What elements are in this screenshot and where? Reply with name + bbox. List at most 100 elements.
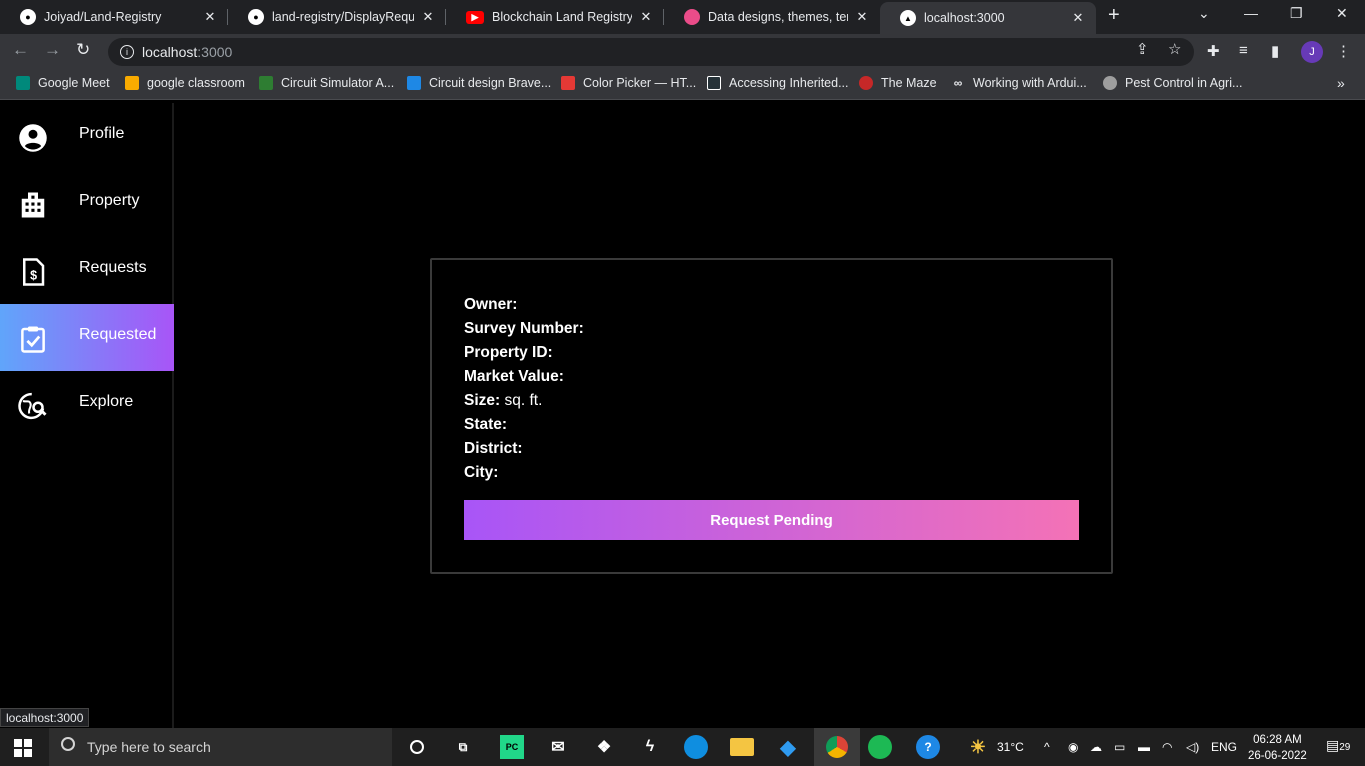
menu-icon[interactable]: ⋮ <box>1336 42 1351 60</box>
github-icon: ● <box>20 9 36 25</box>
circuit-design-icon <box>407 76 421 90</box>
bookmark-accessing-inherited[interactable]: Accessing Inherited... <box>707 76 849 90</box>
survey-number-field: Survey Number: <box>464 320 584 338</box>
clock[interactable]: 06:28 AM 26-06-2022 <box>1248 732 1307 764</box>
clock-time: 06:28 AM <box>1253 734 1302 746</box>
tab-title: Joiyad/Land-Registry <box>44 10 162 24</box>
meet-now-icon[interactable]: ◉ <box>1068 740 1078 754</box>
bookmark-circuit-simulator[interactable]: Circuit Simulator A... <box>259 76 394 90</box>
bookmark-google-classroom[interactable]: google classroom <box>125 76 245 90</box>
close-window-icon[interactable]: ✕ <box>1336 5 1348 22</box>
battery-icon[interactable]: ▬ <box>1138 740 1150 754</box>
address-bar[interactable]: i localhost:3000 <box>108 38 1194 66</box>
more-bookmarks-icon[interactable]: » <box>1337 75 1345 91</box>
bookmark-label: google classroom <box>147 76 245 90</box>
cortana-icon[interactable] <box>405 735 429 759</box>
volume-icon[interactable]: ◁) <box>1186 740 1199 754</box>
close-icon[interactable]: ✕ <box>638 9 654 25</box>
sidebar-item-label: Requested <box>79 326 157 343</box>
tab-search-icon[interactable]: ⌄ <box>1198 5 1210 22</box>
share-icon[interactable]: ⇪ <box>1136 40 1149 58</box>
bookmark-color-picker[interactable]: Color Picker — HT... <box>561 76 696 90</box>
bookmark-star-icon[interactable]: ☆ <box>1168 40 1181 58</box>
bookmark-google-meet[interactable]: Google Meet <box>16 76 110 90</box>
bookmark-pest-control[interactable]: Pest Control in Agri... <box>1103 76 1242 90</box>
globe-icon <box>1103 76 1117 90</box>
notification-count: 29 <box>1339 742 1351 753</box>
city-field: City: <box>464 464 498 482</box>
close-icon[interactable]: ✕ <box>1070 10 1086 26</box>
chrome-icon <box>826 736 848 758</box>
app-s-icon[interactable]: ϟ <box>638 735 662 759</box>
district-label: District: <box>464 440 523 457</box>
close-icon[interactable]: ✕ <box>854 9 870 25</box>
taskbar-search[interactable]: Type here to search <box>49 728 392 766</box>
restore-icon[interactable]: ❐ <box>1290 5 1303 22</box>
property-id-label: Property ID: <box>464 344 553 361</box>
tab-land-registry-repo[interactable]: ● Joiyad/Land-Registry ✕ <box>0 0 228 34</box>
state-label: State: <box>464 416 508 433</box>
invoice-dollar-icon: $ <box>23 258 45 286</box>
windows-start-icon[interactable] <box>14 739 32 757</box>
market-value-field: Market Value: <box>464 368 564 386</box>
new-tab-icon[interactable]: + <box>1108 4 1120 27</box>
back-icon[interactable]: ← <box>12 40 29 60</box>
market-value-label: Market Value: <box>464 368 564 385</box>
search-icon <box>61 737 75 751</box>
language-indicator[interactable]: ENG <box>1211 740 1237 754</box>
side-panel-icon[interactable]: ▮ <box>1271 42 1279 60</box>
sidebar-item-profile[interactable]: Profile <box>0 103 174 170</box>
youtube-icon: ▶ <box>466 10 484 24</box>
tab-display-request[interactable]: ● land-registry/DisplayRequest ✕ <box>228 0 446 34</box>
notification-icon[interactable]: ▤29 <box>1326 737 1350 754</box>
minimize-icon[interactable]: — <box>1244 5 1258 21</box>
weather-temp: 31°C <box>997 740 1024 754</box>
sidebar-item-explore[interactable]: Explore <box>0 371 174 438</box>
help-icon[interactable]: ? <box>916 735 940 759</box>
bookmark-arduino[interactable]: ∞ Working with Ardui... <box>951 76 1087 90</box>
display-icon[interactable]: ▭ <box>1114 740 1125 754</box>
reload-icon[interactable]: ↻ <box>76 40 90 60</box>
edge-icon[interactable] <box>684 735 708 759</box>
owner-label: Owner: <box>464 296 518 313</box>
spotify-icon[interactable] <box>868 735 892 759</box>
arduino-icon: ∞ <box>953 76 963 90</box>
request-pending-button[interactable]: Request Pending <box>464 500 1079 540</box>
sidebar-item-requests[interactable]: $ Requests <box>0 237 174 304</box>
owner-field: Owner: <box>464 296 517 314</box>
close-icon[interactable]: ✕ <box>420 9 436 25</box>
classroom-icon <box>125 76 139 90</box>
forward-icon[interactable]: → <box>44 40 61 60</box>
wifi-icon[interactable]: ◠ <box>1162 740 1172 754</box>
bookmarks-bar: Google Meet google classroom Circuit Sim… <box>0 70 1365 100</box>
pycharm-icon[interactable]: PC <box>500 735 524 759</box>
mail-icon[interactable]: ✉ <box>546 735 570 759</box>
onedrive-icon[interactable]: ☁ <box>1090 740 1102 754</box>
tab-title: Blockchain Land Registry Proj <box>492 10 632 24</box>
task-view-icon[interactable]: ⧉ <box>451 735 475 759</box>
chevron-up-icon[interactable]: ^ <box>1044 740 1050 754</box>
sidebar-item-label: Property <box>79 192 140 209</box>
dropbox-icon[interactable]: ❖ <box>592 735 616 759</box>
tab-strip: ● Joiyad/Land-Registry ✕ ● land-registry… <box>0 0 1365 34</box>
site-info-icon[interactable]: i <box>120 45 134 59</box>
file-explorer-icon[interactable] <box>730 738 754 756</box>
profile-avatar[interactable]: J <box>1301 41 1323 63</box>
bookmark-label: Circuit design Brave... <box>429 76 552 90</box>
tab-dribbble[interactable]: Data designs, themes, templ ✕ <box>664 0 880 34</box>
clipboard-check-icon <box>21 326 45 353</box>
vscode-icon[interactable]: ◆ <box>776 735 800 759</box>
close-icon[interactable]: ✕ <box>202 9 218 25</box>
sidebar-item-requested[interactable]: Requested <box>0 304 174 371</box>
building-icon <box>21 192 45 218</box>
tab-localhost[interactable]: ▲ localhost:3000 ✕ <box>880 2 1096 34</box>
extensions-icon[interactable]: ✚ <box>1207 42 1220 60</box>
bookmark-the-maze[interactable]: The Maze <box>859 76 937 90</box>
sidebar-item-property[interactable]: Property <box>0 170 174 237</box>
url-port: :3000 <box>197 44 233 60</box>
chrome-taskbar-item[interactable] <box>814 728 860 766</box>
media-control-icon[interactable]: ≡ <box>1239 42 1248 59</box>
bookmark-circuit-design[interactable]: Circuit design Brave... <box>407 76 551 90</box>
status-url: localhost:3000 <box>0 708 90 727</box>
tab-youtube[interactable]: ▶ Blockchain Land Registry Proj ✕ <box>446 0 664 34</box>
